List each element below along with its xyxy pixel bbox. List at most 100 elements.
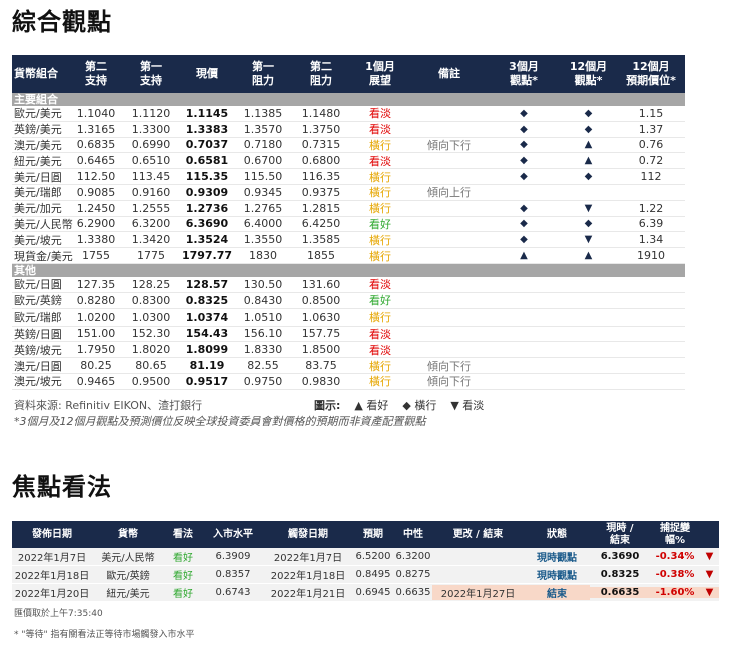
cell-arrow: ▼ xyxy=(705,569,714,580)
cell-outlook: 橫行 xyxy=(369,359,391,373)
cell-note: 傾向下行 xyxy=(427,139,471,152)
cell-outlook: 看好 xyxy=(369,294,391,308)
cell-r2: 1.8500 xyxy=(301,343,341,357)
cell-r2: 1855 xyxy=(307,249,335,263)
focus-rows: 2022年1月7日 美元/人民幣 看好 6.3909 2022年1月7日 6.5200 6.… xyxy=(12,548,719,602)
waiting-note: * "等待" 指有關看法正等待市場觸發入市水平 xyxy=(14,630,195,640)
cell-pair: 紐元/美元 xyxy=(106,589,150,600)
cell-r1: 1.8330 xyxy=(243,343,283,357)
cell-s2: 1.1040 xyxy=(76,106,116,120)
header-cell: 3個月 觀點* xyxy=(509,60,539,87)
cell-pct: -0.34% xyxy=(655,551,695,562)
cell-s2: 1755 xyxy=(82,249,110,263)
cell-s2: 0.6835 xyxy=(76,138,116,152)
cell-arrow: ▼ xyxy=(705,551,714,562)
cell-s1: 1.0300 xyxy=(131,310,171,324)
cell-target: 0.72 xyxy=(638,154,664,168)
cell-entry: 0.8357 xyxy=(215,569,251,580)
header-cell: 第一 支持 xyxy=(140,60,162,87)
legend: 圖示: ▲ 看好 ◆ 橫行 ▼ 看淡 xyxy=(314,397,484,413)
header-cell: 現價 xyxy=(196,67,218,80)
cell-target: 0.76 xyxy=(638,138,664,152)
cell-target: 1910 xyxy=(637,249,665,263)
table-row: 美元/坡元 1.3380 1.3420 1.3524 1.3550 1.3585 橫行 ◆ ▼ 1… xyxy=(12,232,685,249)
cell-date: 2022年1月7日 xyxy=(17,553,87,564)
cell-pct: -0.38% xyxy=(655,569,695,580)
cell-r2: 0.9375 xyxy=(301,185,341,199)
cell-s1: 113.45 xyxy=(131,170,171,184)
cell-pair: 歐元/日圓 xyxy=(14,278,62,292)
cell-pair: 美元/人民幣 xyxy=(101,553,155,564)
cell-px: 81.19 xyxy=(189,359,225,373)
table-row: 歐元/英鎊 0.8280 0.8300 0.8325 0.8430 0.8500 看好 xyxy=(12,293,685,309)
legend-down: ▼ 看淡 xyxy=(450,399,485,412)
cell-m3: ◆ xyxy=(520,234,528,246)
cell-arrow: ▼ xyxy=(700,587,719,598)
cell-s1: 0.6990 xyxy=(131,138,171,152)
table-row: 美元/日圓 112.50 113.45 115.35 115.50 116.35 橫行 ◆ ◆ 1… xyxy=(12,169,685,185)
table-row: 澳元/日圓 80.25 80.65 81.19 82.55 83.75 橫行 傾向下行 xyxy=(12,358,685,374)
cell-outlook: 看淡 xyxy=(369,107,391,121)
cell-s1: 80.65 xyxy=(135,359,167,373)
cell-s1: 128.25 xyxy=(131,277,171,291)
header-cell: 入市水平 xyxy=(213,528,253,540)
header-cell: 12個月 預期價位* xyxy=(626,60,676,87)
cell-pair: 美元/人民幣 xyxy=(14,217,73,231)
cell-pair: 英鎊/日圓 xyxy=(14,327,62,341)
cell-r2: 0.7315 xyxy=(301,138,341,152)
cell-px: 0.9517 xyxy=(185,374,229,388)
header-cell: 第一 阻力 xyxy=(252,60,274,87)
cell-r2: 0.8500 xyxy=(301,293,341,307)
cell-r2: 0.6800 xyxy=(301,154,341,168)
cell-note: 傾向下行 xyxy=(427,359,471,373)
cell-r1: 6.4000 xyxy=(243,217,283,231)
cell-r1: 0.9750 xyxy=(243,374,283,388)
cell-m3: ◆ xyxy=(520,171,528,183)
cell-s2: 0.6465 xyxy=(76,154,116,168)
cell-r2: 0.9830 xyxy=(301,374,341,388)
overview-table: 貨幣組合 第二 支持 第一 支持 現價 第一 阻力 第二 阻力 1個月 展望 備註 3個月 觀點… xyxy=(12,55,685,390)
cell-outlook: 橫行 xyxy=(369,233,391,247)
cell-pair: 歐元/瑞郎 xyxy=(14,311,62,325)
section-other-label: 其他 xyxy=(12,263,685,277)
cell-s2: 112.50 xyxy=(76,170,116,184)
legend-up: ▲ 看好 xyxy=(354,399,389,412)
cell-s2: 6.2900 xyxy=(76,217,116,231)
cell-r2: 157.75 xyxy=(301,327,341,341)
cell-r1: 1830 xyxy=(249,249,277,263)
cell-outlook: 橫行 xyxy=(369,186,391,200)
table-row: 美元/人民幣 6.2900 6.3200 6.3690 6.4000 6.4250 看好 ◆ ◆… xyxy=(12,217,685,233)
table-row: 英鎊/坡元 1.7950 1.8020 1.8099 1.8330 1.8500 看淡 xyxy=(12,342,685,359)
cell-px: 0.8325 xyxy=(185,293,229,307)
cell-px: 115.35 xyxy=(185,170,229,184)
cell-px: 1.2736 xyxy=(185,201,229,215)
cell-pair: 美元/坡元 xyxy=(14,233,62,247)
legend-title: 圖示: xyxy=(314,399,341,412)
main-rows: 歐元/美元 1.1040 1.1120 1.1145 1.1385 1.1480 看淡 ◆ ◆ 1… xyxy=(12,106,685,264)
cell-s2: 1.7950 xyxy=(76,343,116,357)
table-row: 現貨金/美元 1755 1775 1797.77 1830 1855 橫行 ▲ ▲ 1910 xyxy=(12,248,685,264)
cell-status: 結束 xyxy=(524,585,590,600)
cell-current: 6.3690 xyxy=(600,551,640,562)
overview-table-header: 貨幣組合 第二 支持 第一 支持 現價 第一 阻力 第二 阻力 1個月 展望 備註 3個月 觀點… xyxy=(12,55,685,93)
cell-s2: 1.0200 xyxy=(76,310,116,324)
cell-r1: 156.10 xyxy=(243,327,283,341)
cell-outlook: 橫行 xyxy=(369,202,391,216)
cell-pct: -1.60% xyxy=(650,587,700,598)
header-cell: 現時 / 結束 xyxy=(606,522,634,546)
cell-m3: ◆ xyxy=(520,107,528,119)
focus-table: 發佈日期 貨幣 看法 入市水平 觸發日期 預期 中性 更改 / 結束 狀態 現時 / 結束 捕捉變幅… xyxy=(12,521,719,602)
table-row: 紐元/美元 0.6465 0.6510 0.6581 0.6700 0.6800 看淡 ◆ ▲ 0… xyxy=(12,153,685,170)
cell-s1: 0.9500 xyxy=(131,374,171,388)
cell-s1: 0.9160 xyxy=(131,185,171,199)
cell-s2: 0.9085 xyxy=(76,185,116,199)
cell-neutral: 0.8275 xyxy=(395,569,431,580)
header-cell: 發佈日期 xyxy=(32,528,72,540)
table-row: 英鎊/日圓 151.00 152.30 154.43 156.10 157.75 看淡 xyxy=(12,327,685,343)
table-row: 英鎊/美元 1.3165 1.3300 1.3383 1.3570 1.3750 看淡 ◆ ◆ 1… xyxy=(12,122,685,138)
cell-pair: 歐元/美元 xyxy=(14,107,62,121)
cell-s2: 151.00 xyxy=(76,327,116,341)
cell-view: 看好 xyxy=(173,571,193,582)
cell-s2: 1.3380 xyxy=(76,233,116,247)
cell-px: 0.9309 xyxy=(185,185,229,199)
